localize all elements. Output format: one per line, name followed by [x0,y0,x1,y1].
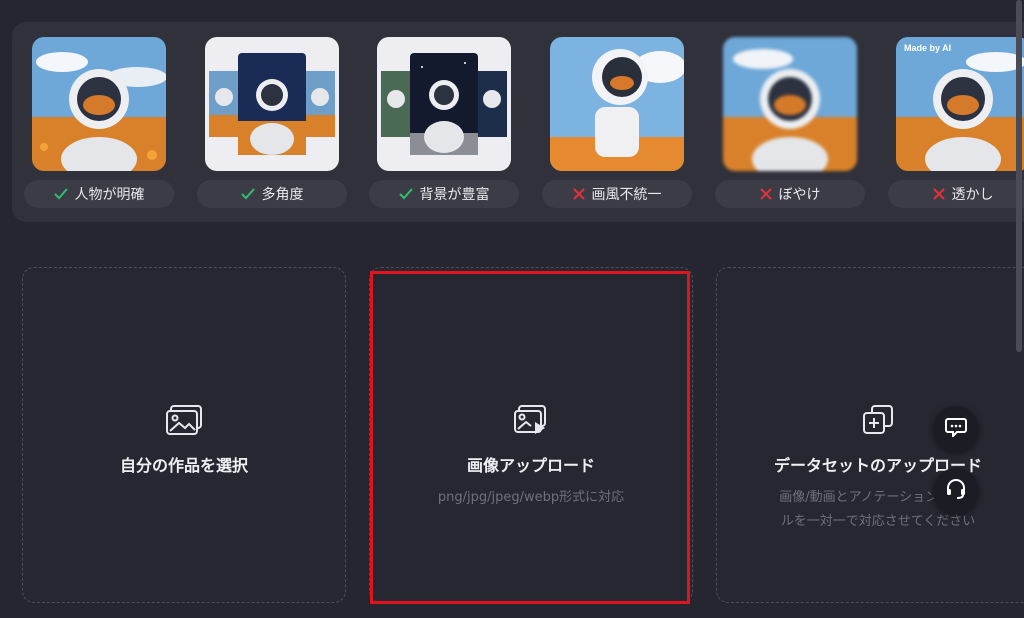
chat-button[interactable] [933,406,979,452]
scrollbar[interactable] [1016,0,1022,352]
example-item: ぼやけ [715,37,865,208]
example-tag: 背景が豊富 [369,180,519,208]
example-label: 多角度 [261,187,304,203]
example-tag: ぼやけ [715,180,865,208]
card-title: 自分の作品を選択 [119,456,248,475]
example-thumbnail [205,37,339,171]
example-images-panel: 人物が明確 多角度 背景が豊富 画風不統一 ぼやけ Made by AI 透かし [12,22,1024,222]
cross-icon [759,188,772,200]
example-item: 画風不統一 [542,37,692,208]
gallery-icon [165,404,203,440]
chat-icon [945,417,967,441]
example-thumbnail [32,37,166,171]
example-label: 画風不統一 [591,187,662,203]
check-icon [240,188,255,200]
example-tag: 人物が明確 [24,180,174,208]
example-tag: 画風不統一 [542,180,692,208]
add-copy-icon [861,404,895,440]
example-thumbnail [723,37,857,171]
example-thumbnail [377,37,511,171]
support-button[interactable] [933,468,979,514]
headset-icon [945,478,967,504]
cross-icon [932,188,945,200]
example-item: 人物が明確 [24,37,174,208]
check-icon [398,188,413,200]
example-label: 人物が明確 [74,187,145,203]
example-label: 背景が豊富 [419,187,490,203]
example-thumbnail [550,37,684,171]
watermark-text: Made by AI [904,43,952,53]
example-item: 多角度 [197,37,347,208]
example-thumbnail: Made by AI [896,37,1024,171]
check-icon [53,188,68,200]
example-tag: 透かし [888,180,1024,208]
cross-icon [572,188,585,200]
example-item: Made by AI 透かし [888,37,1024,208]
select-works-card[interactable]: 自分の作品を選択 [22,267,346,603]
example-item: 背景が豊富 [369,37,519,208]
example-label: 透かし [951,187,994,203]
highlight-box [370,271,690,604]
example-tag: 多角度 [197,180,347,208]
example-label: ぼやけ [778,187,821,203]
card-title: データセットのアップロード [773,456,982,475]
